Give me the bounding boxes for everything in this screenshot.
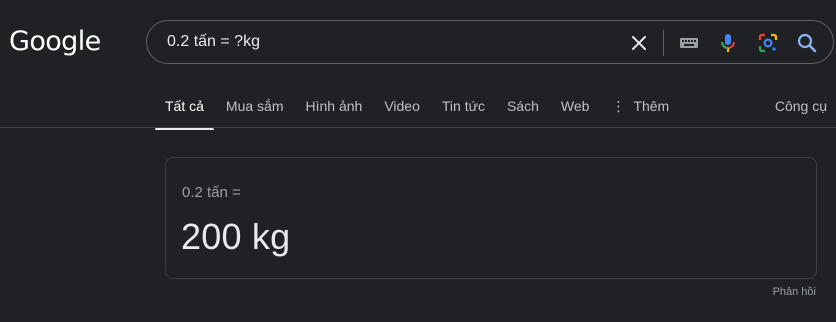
mic-icon[interactable] [716,31,740,55]
search-box[interactable] [146,20,834,64]
tab-news[interactable]: Tin tức [442,92,485,114]
close-icon[interactable] [627,31,651,55]
conversion-result: 200 kg [181,216,291,257]
tab-videos[interactable]: Video [384,92,420,114]
tab-more-label: Thêm [633,98,670,114]
search-divider [663,30,664,56]
search-results-page: Google 0.2 tấn = ?kg Tất cả Mua sắm Hình… [0,0,836,322]
search-input[interactable] [167,21,607,63]
tab-books[interactable]: Sách [507,92,539,114]
search-icon[interactable] [795,31,819,55]
google-logo[interactable]: Google [9,26,101,57]
unit-converter-card: 0.2 tấn = 200 kg [165,157,817,279]
keyboard-icon[interactable] [677,31,701,55]
conversion-expression: 0.2 tấn = [182,184,241,201]
tab-shopping[interactable]: Mua sắm [226,92,284,114]
tab-web[interactable]: Web [561,92,590,114]
lens-icon[interactable] [756,31,780,55]
tab-images[interactable]: Hình ảnh [305,92,362,114]
tab-all[interactable]: Tất cả [155,92,214,130]
tabs-divider [0,127,836,128]
tools-button[interactable]: Công cụ [775,98,827,114]
search-tabs: Tất cả Mua sắm Hình ảnh Video Tin tức Sá… [155,92,691,130]
more-vert-icon: ⋮ [611,98,626,114]
feedback-link[interactable]: Phản hồi [773,286,816,298]
tab-more[interactable]: ⋮ Thêm [611,92,669,115]
